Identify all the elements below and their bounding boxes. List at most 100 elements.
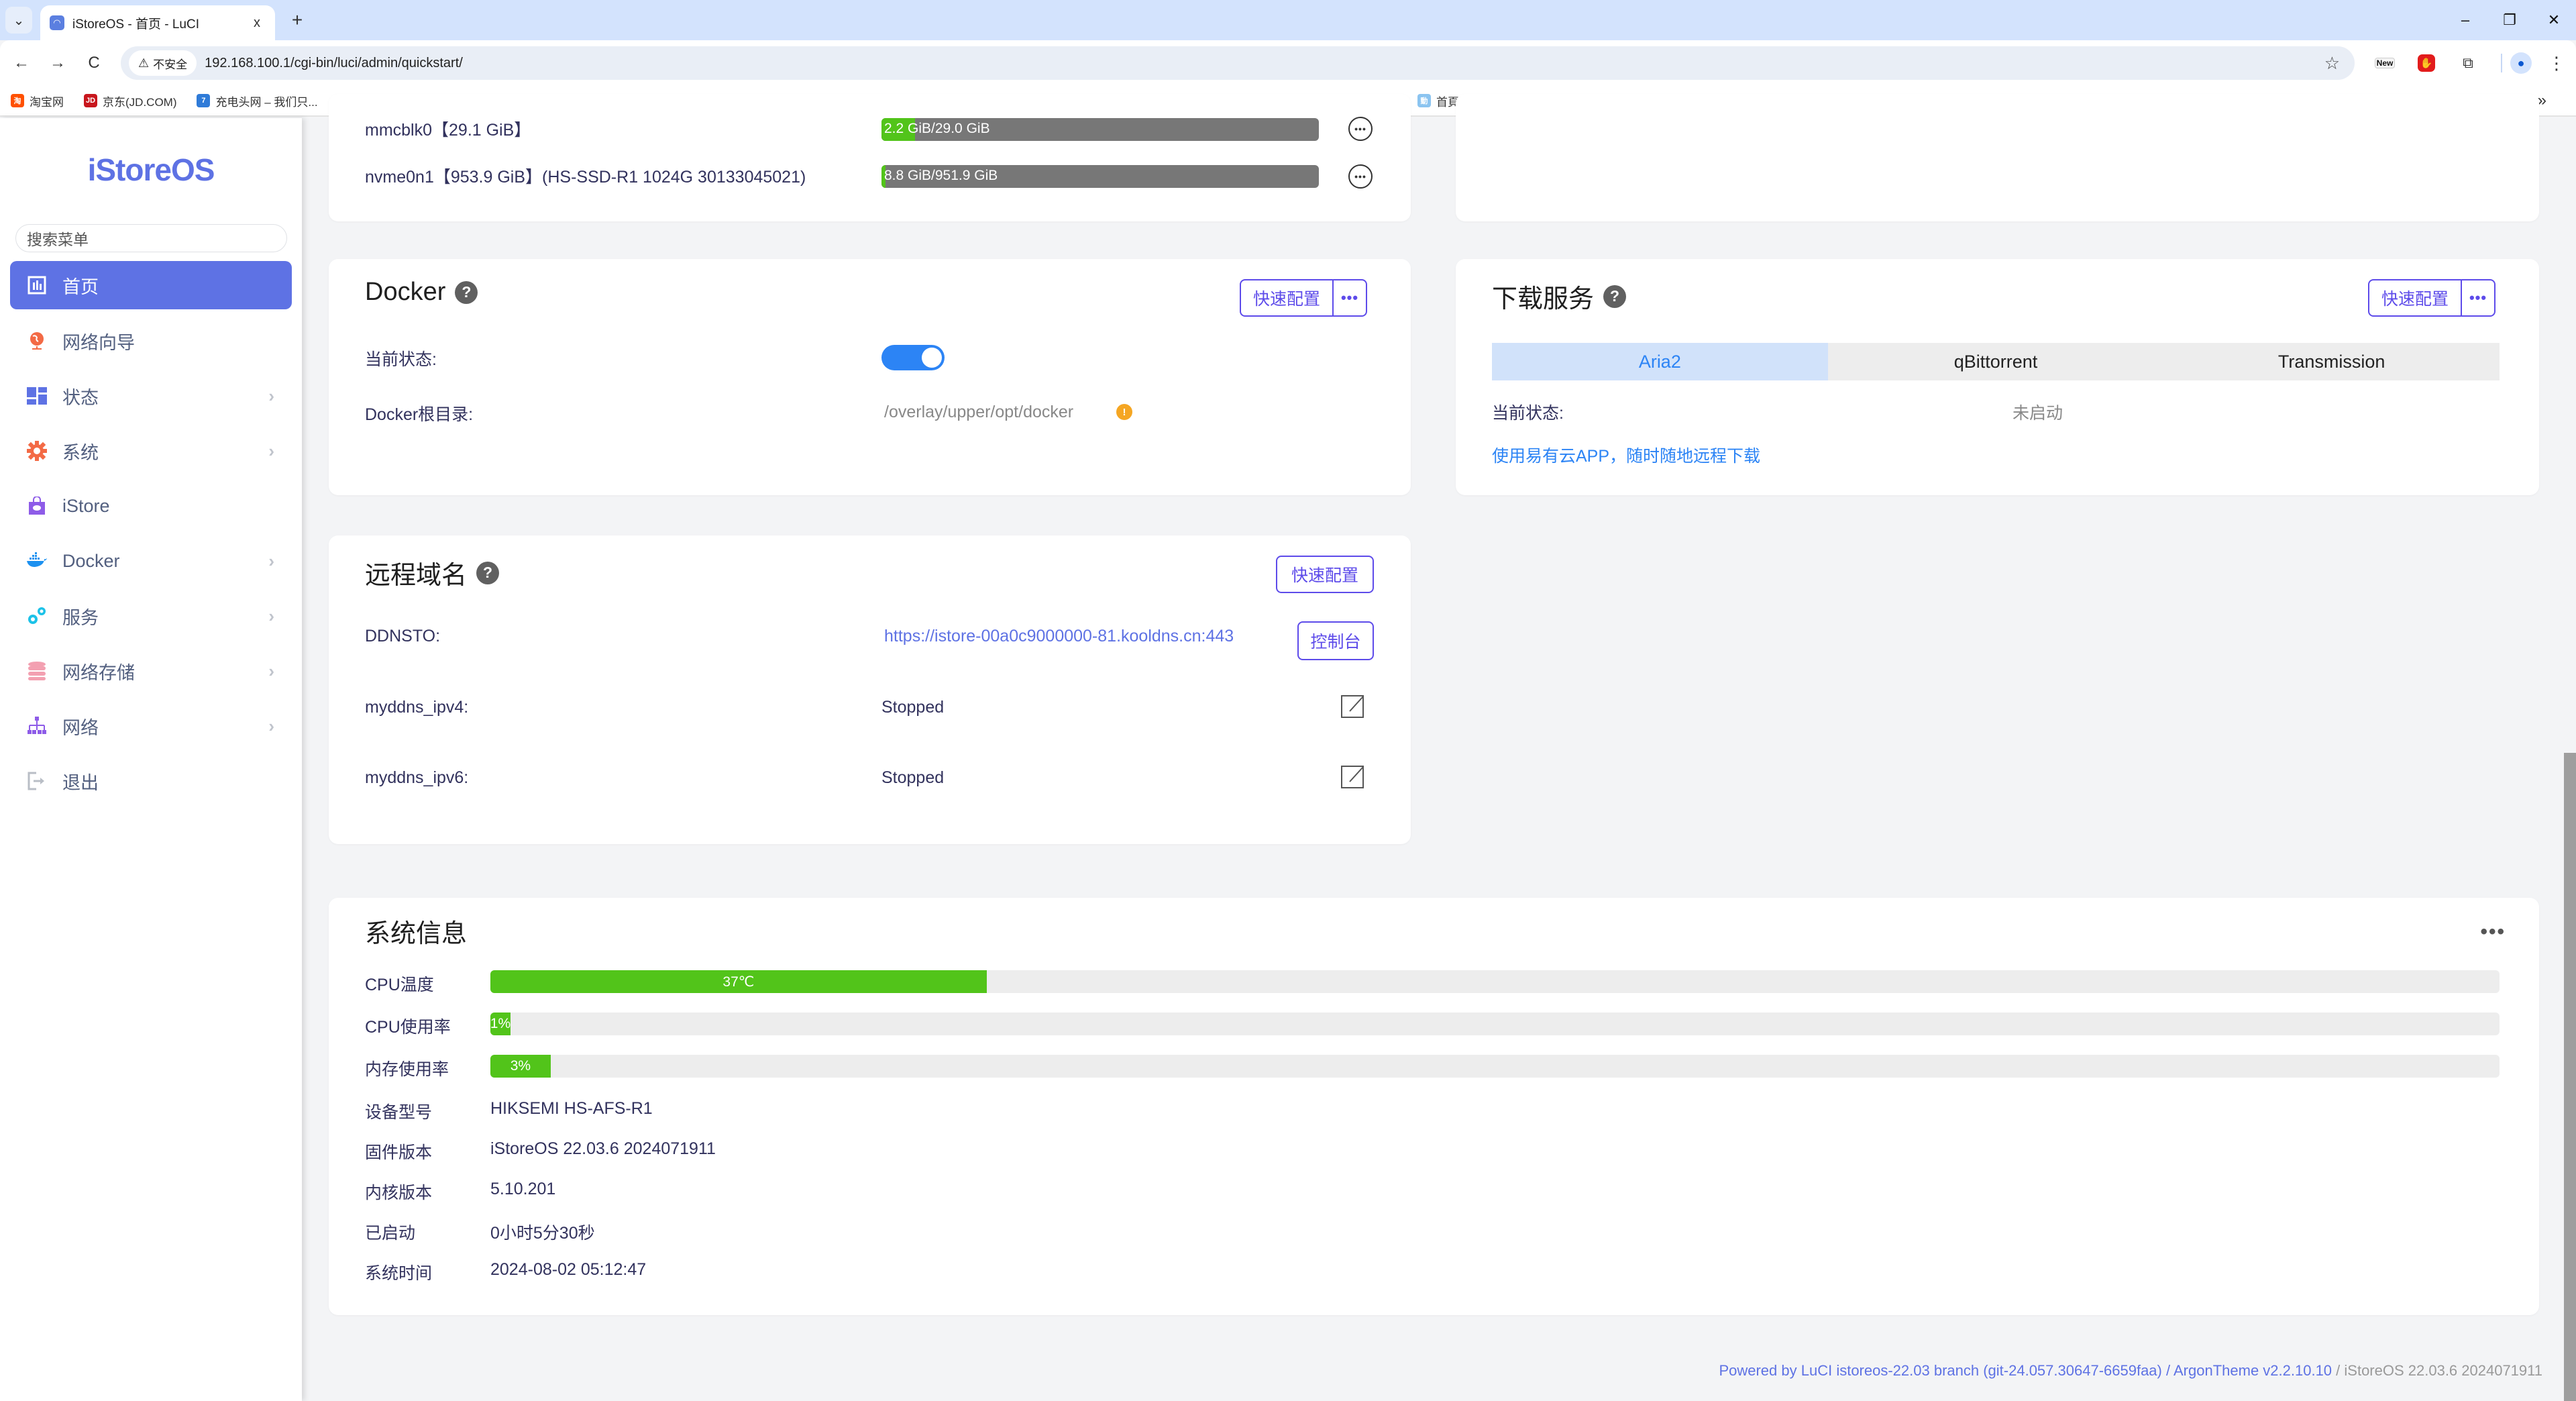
info-value: 2024-08-02 05:12:47 <box>490 1260 647 1279</box>
system-info-more-icon[interactable]: ••• <box>2480 921 2506 943</box>
scrollbar-thumb[interactable] <box>2564 753 2576 1401</box>
info-label: 固件版本 <box>365 1143 433 1162</box>
toolbar-divider <box>2501 54 2502 72</box>
footer-separator: / <box>2332 1362 2345 1379</box>
adblock-extension-icon[interactable]: ✋ <box>2410 46 2443 80</box>
bookmark-item[interactable]: 淘淘宝网 <box>11 93 64 109</box>
docker-root-label: Docker根目录: <box>365 405 474 424</box>
restore-button[interactable]: ❐ <box>2487 0 2532 40</box>
extension-new-icon[interactable]: New <box>2368 46 2402 80</box>
new-tab-button[interactable]: + <box>285 8 309 32</box>
download-quick-config-group: 快速配置 ••• <box>2368 279 2496 317</box>
bookmark-star-icon[interactable]: ☆ <box>2324 53 2340 74</box>
docker-quick-config-button[interactable]: 快速配置 <box>1241 280 1332 315</box>
help-icon[interactable]: ? <box>455 280 478 304</box>
chevron-right-icon: › <box>268 550 274 571</box>
docker-quick-config-group: 快速配置 ••• <box>1240 279 1368 317</box>
reload-button[interactable]: C <box>82 51 106 75</box>
address-bar[interactable]: ⚠ 不安全 192.168.100.1/cgi-bin/luci/admin/q… <box>121 46 2355 80</box>
bookmark-item[interactable]: 7 充电头网 – 我们只... <box>197 93 318 109</box>
back-button[interactable]: ← <box>9 51 34 75</box>
help-icon[interactable]: ? <box>476 561 500 584</box>
istoreos-logo[interactable]: iStoreOS <box>0 152 302 188</box>
info-value: HIKSEMI HS-AFS-R1 <box>490 1099 653 1118</box>
sidebar-item[interactable]: 网络 › <box>10 698 292 754</box>
security-indicator[interactable]: ⚠ 不安全 <box>129 50 197 76</box>
edit-icon[interactable] <box>1340 694 1366 719</box>
forward-button[interactable]: → <box>46 51 70 75</box>
ddnsto-console-button[interactable]: 控制台 <box>1297 621 1374 660</box>
top-right-card <box>1456 94 2539 221</box>
disk-card: mmcblk0【29.1 GiB】 2.2 GiB/29.0 GiB ••• n… <box>329 94 1411 221</box>
disk-usage-bar: 8.8 GiB/951.9 GiB <box>881 165 1319 188</box>
warning-icon[interactable]: ! <box>1116 404 1132 420</box>
info-value: iStoreOS 22.03.6 2024071911 <box>490 1139 716 1158</box>
docker-status-label: 当前状态: <box>365 350 437 369</box>
gear-icon <box>26 440 48 462</box>
footer-theme-link[interactable]: ArgonTheme v2.2.10.10 <box>2174 1362 2332 1379</box>
browser-toolbar: ← → C ⚠ 不安全 192.168.100.1/cgi-bin/luci/a… <box>0 40 2576 86</box>
stat-label: CPU使用率 <box>365 1018 451 1037</box>
download-tab[interactable]: Transmission <box>2163 343 2500 380</box>
gears-icon <box>26 605 48 627</box>
help-icon[interactable]: ? <box>1603 284 1627 308</box>
logout-icon <box>26 770 48 792</box>
sidebar-item[interactable]: 网络向导 <box>10 313 292 368</box>
edit-icon[interactable] <box>1340 764 1366 790</box>
url-text[interactable]: 192.168.100.1/cgi-bin/luci/admin/quickst… <box>205 56 463 71</box>
sidebar-item[interactable]: 系统 › <box>10 423 292 478</box>
footer-luci-link[interactable]: Powered by LuCI istoreos-22.03 branch (g… <box>1719 1362 2161 1379</box>
info-label: 已启动 <box>365 1224 416 1243</box>
page-scrollbar[interactable] <box>2564 118 2576 1401</box>
sidebar-item[interactable]: Docker › <box>10 533 292 588</box>
docker-whale-icon <box>26 550 48 572</box>
browser-menu-icon[interactable]: ⋮ <box>2548 53 2565 74</box>
download-tab[interactable]: qBittorrent <box>1828 343 2164 380</box>
download-more-button[interactable]: ••• <box>2461 280 2494 315</box>
bookmark-label: 淘宝网 <box>30 95 64 109</box>
download-tab[interactable]: Aria2 <box>1492 343 1828 380</box>
yiyouyun-app-link[interactable]: 使用易有云APP，随时随地远程下载 <box>1492 443 1760 467</box>
sidebar: iStoreOS 搜索菜单 首页 网络向导状态 › 系统 › iStore Docker › 服… <box>0 118 302 1401</box>
dashboard-icon <box>26 274 48 296</box>
disk-name: mmcblk0【29.1 GiB】 <box>365 121 531 140</box>
chevron-right-icon: › <box>268 385 274 406</box>
menu-search-input[interactable]: 搜索菜单 <box>15 224 287 252</box>
sidebar-item[interactable]: 网络存储 › <box>10 643 292 698</box>
sidebar-item-label: 状态 <box>62 387 99 408</box>
docker-more-button[interactable]: ••• <box>1332 280 1366 315</box>
sidebar-item-label: iStore <box>62 495 110 516</box>
browser-tab-active[interactable]: ◠ iStoreOS - 首页 - LuCI x <box>40 5 275 40</box>
sidebar-menu: 首页 网络向导状态 › 系统 › iStore Docker › 服务 › 网络存储 › 网络 › 退出 <box>10 261 292 809</box>
profile-avatar-icon[interactable]: ● <box>2510 52 2532 74</box>
system-info-title: 系统信息 <box>365 920 468 948</box>
disk-more-icon[interactable]: ••• <box>1348 117 1373 141</box>
sidebar-item[interactable]: 首页 <box>10 261 292 309</box>
ddnsto-url-link[interactable]: https://istore-00a0c9000000-81.kooldns.c… <box>884 627 1234 646</box>
download-service-card: 下载服务 ? 快速配置 ••• Aria2 qBittorrent Transmis… <box>1456 259 2539 495</box>
tab-close-icon[interactable]: x <box>248 15 266 31</box>
tab-search-button[interactable]: ⌄ <box>5 7 32 34</box>
disk-more-icon[interactable]: ••• <box>1348 164 1373 189</box>
bookmark-item[interactable]: JD 京东(JD.COM) <box>84 93 176 109</box>
openwrt-favicon-icon: ◠ <box>50 15 64 30</box>
minimize-button[interactable]: – <box>2443 0 2487 40</box>
remote-domain-quick-config-button[interactable]: 快速配置 <box>1276 556 1374 593</box>
dmhy-icon: 動 <box>1417 94 1432 107</box>
chevron-right-icon: › <box>268 715 274 736</box>
sidebar-item[interactable]: 退出 <box>10 754 292 809</box>
sidebar-item[interactable]: 状态 › <box>10 368 292 423</box>
docker-title-text: Docker <box>365 278 446 306</box>
stat-progress-bar: 3% <box>490 1055 2500 1078</box>
chongdiantou-icon: 7 <box>197 94 211 107</box>
download-quick-config-button[interactable]: 快速配置 <box>2369 280 2461 315</box>
toggle-knob <box>922 348 942 368</box>
jd-icon: JD <box>84 94 97 107</box>
status-grid-icon <box>26 385 48 407</box>
extensions-puzzle-icon[interactable]: ⧉ <box>2451 46 2485 80</box>
remote-domain-title-text: 远程域名 <box>365 562 468 590</box>
sidebar-item[interactable]: 服务 › <box>10 588 292 643</box>
close-window-button[interactable]: ✕ <box>2532 0 2576 40</box>
docker-status-toggle[interactable] <box>881 345 945 370</box>
sidebar-item[interactable]: iStore <box>10 478 292 533</box>
